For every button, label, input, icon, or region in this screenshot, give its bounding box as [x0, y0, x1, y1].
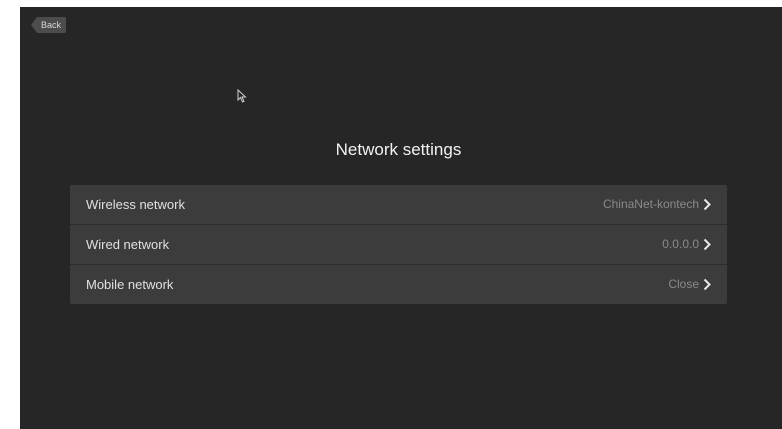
back-button-label: Back	[41, 20, 62, 30]
chevron-right-icon	[703, 238, 711, 251]
page-title: Network settings	[335, 140, 462, 159]
wireless-network-row[interactable]: Wireless network ChinaNet-kontech	[70, 185, 727, 225]
wireless-network-value: ChinaNet-kontech	[602, 197, 699, 211]
chevron-right-icon	[703, 278, 711, 291]
settings-screen: Back Network settings Wireless network C…	[20, 7, 782, 429]
mobile-network-value: Close	[668, 277, 699, 291]
mouse-pointer-icon	[237, 89, 247, 103]
chevron-right-icon	[703, 198, 711, 211]
wired-network-value: 0.0.0.0	[662, 237, 699, 251]
wired-network-row[interactable]: Wired network 0.0.0.0	[70, 225, 727, 265]
mobile-network-label: Mobile network	[86, 277, 174, 292]
wireless-network-label: Wireless network	[86, 197, 185, 212]
mobile-network-row[interactable]: Mobile network Close	[70, 265, 727, 304]
wired-network-label: Wired network	[86, 237, 170, 252]
network-settings-list: Wireless network ChinaNet-kontech Wired …	[70, 185, 727, 304]
back-button[interactable]: Back	[31, 17, 67, 33]
